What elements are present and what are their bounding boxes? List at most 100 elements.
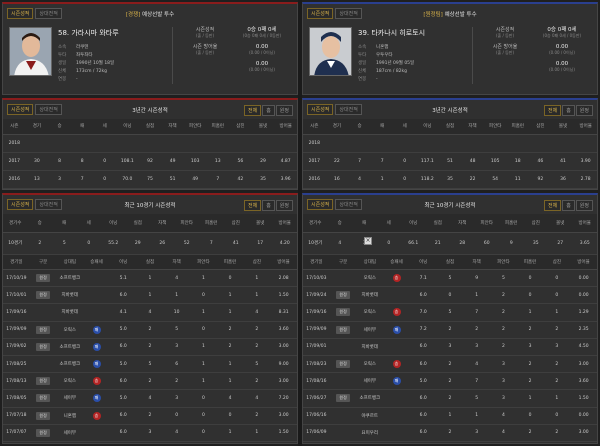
table-row[interactable]: 17/09/09 원정 오릭스 패 5.0 2 5 0 2 2 3.60: [3, 321, 297, 339]
tab-vs[interactable]: 상대전적: [35, 199, 62, 210]
table-cell: 원정: [29, 424, 57, 442]
table-cell: 4.87: [274, 152, 297, 172]
table-row[interactable]: 17/10/19 원정 소프트뱅크 5.1 1 4 1 0 1 2.08: [3, 269, 297, 288]
table-cell: 1: [163, 286, 191, 305]
filter-away[interactable]: 원정: [575, 200, 593, 211]
table-cell: 1: [370, 170, 394, 189]
table-row[interactable]: 17/08/23 원정 오릭스 승 6.0 2 4 3 2 2 3.00: [303, 355, 597, 374]
table-cell: [416, 134, 439, 153]
table-cell: 원정: [329, 355, 357, 374]
table-cell: 4: [348, 170, 371, 189]
table-cell: 5: [436, 303, 464, 322]
column-header: 세: [93, 119, 117, 135]
table-cell: 원정: [29, 269, 57, 288]
filter-home[interactable]: 홈: [562, 105, 575, 116]
filter-home[interactable]: 홈: [562, 200, 575, 211]
tab-season[interactable]: 시즌성적: [307, 104, 334, 115]
table-cell: 세이부: [356, 321, 384, 339]
table-cell: 1: [216, 286, 244, 305]
table-cell: 패: [83, 389, 110, 408]
table-cell: 1.29: [570, 303, 597, 322]
column-header: 피안타: [190, 254, 217, 270]
filter-all[interactable]: 전체: [543, 200, 562, 211]
table-cell: 소프트뱅크: [356, 389, 384, 408]
close-icon[interactable]: ×: [364, 237, 372, 245]
table-row: 10경기43066.1212860935273.65: [303, 232, 597, 255]
table-cell: [383, 407, 410, 425]
season-summary: 시즌성적 (출 / 등판) 0승 0패 0세 (0승 0패 0세 / 0등판) 시즌 …: [472, 27, 591, 84]
table-cell: [116, 134, 139, 153]
table-row[interactable]: 17/07/18 원정 니혼햄 승 6.0 2 0 0 0 2 3.00: [3, 407, 297, 425]
table-cell: 60: [474, 232, 499, 255]
column-header: 방어율: [572, 214, 597, 233]
column-header: 방어율: [274, 119, 297, 135]
table-cell: 10: [163, 303, 191, 322]
filter-home[interactable]: 홈: [262, 200, 275, 211]
table-row[interactable]: 17/06/09 요미우리 6.0 2 3 4 2 2 3.00: [303, 424, 597, 442]
table-cell: 7.2: [409, 321, 437, 339]
table-row[interactable]: 17/09/09 원정 세이부 패 7.2 2 2 2 2 2 2.35: [303, 321, 597, 339]
table-row[interactable]: 17/07/07 원정 세이부 6.0 3 4 0 1 1 1.50: [3, 424, 297, 442]
table-cell: 원정: [29, 321, 57, 339]
table-row[interactable]: 17/09/01 지바롯데 6.0 3 3 2 3 3 4.50: [303, 338, 597, 356]
table-cell: 17/10/01: [3, 286, 30, 305]
filter-away[interactable]: 원정: [575, 105, 593, 116]
table-cell: 6.0: [409, 286, 437, 305]
filter-away[interactable]: 원정: [275, 105, 293, 116]
table-row[interactable]: 17/08/16 세이부 패 5.0 2 7 3 2 2 3.60: [303, 372, 597, 391]
table-row[interactable]: 17/08/25 소프트뱅크 패 5.0 5 6 1 1 5 9.00: [3, 355, 297, 374]
column-header: 자책: [450, 214, 475, 233]
table-cell: 원정: [329, 303, 357, 322]
table-row[interactable]: 17/10/03 오릭스 승 7.1 5 9 5 0 0 0.00: [303, 269, 597, 288]
filter-all[interactable]: 전체: [543, 105, 562, 116]
column-header: 피안타: [174, 214, 199, 233]
tab-vs[interactable]: 상대전적: [335, 199, 362, 210]
filter-home[interactable]: 홈: [262, 105, 275, 116]
table-row[interactable]: 17/08/05 원정 세이부 패 5.0 4 3 0 4 4 7.20: [3, 389, 297, 408]
tab-vs[interactable]: 상대전적: [335, 8, 362, 19]
column-header: 방어율: [272, 214, 297, 233]
tab-season[interactable]: 시즌성적: [7, 199, 34, 210]
tab-vs[interactable]: 상대전적: [35, 8, 62, 19]
tab-season[interactable]: 시즌성적: [307, 199, 334, 210]
table-cell: [574, 134, 597, 153]
table-cell: 3.60: [270, 321, 297, 339]
table-cell: 0: [543, 286, 571, 305]
column-header: 패: [70, 119, 94, 135]
table-cell: 17/08/05: [3, 389, 30, 408]
table-row[interactable]: 17/09/16 지바롯데 4.1 4 10 1 1 4 8.31: [3, 303, 297, 322]
table-cell: 17/09/24: [303, 286, 330, 305]
table-row[interactable]: 17/06/16 야쿠르트 6.0 1 1 4 0 0 0.00: [303, 407, 597, 425]
table-row[interactable]: 17/08/13 원정 오릭스 승 6.0 2 2 1 1 2 3.00: [3, 372, 297, 391]
filter-all[interactable]: 전체: [243, 105, 262, 116]
table-cell: 1: [463, 286, 491, 305]
table-cell: 5: [436, 269, 464, 288]
table-cell: 3: [163, 338, 191, 356]
table-cell: 2: [543, 355, 571, 374]
table-cell: [529, 134, 552, 153]
table-cell: 지바롯데: [356, 286, 384, 305]
table-row[interactable]: 17/09/24 원정 지바롯데 6.0 0 1 2 0 0 0.00: [303, 286, 597, 305]
table-row[interactable]: 17/06/27 원정 소프트뱅크 6.0 2 5 3 1 1 1.50: [303, 389, 597, 408]
table-cell: [138, 134, 162, 153]
column-header: 피홈런: [199, 214, 224, 233]
table-cell: [461, 134, 484, 153]
tab-vs[interactable]: 상대전적: [335, 104, 362, 115]
filter-all[interactable]: 전체: [243, 200, 262, 211]
tab-vs[interactable]: 상대전적: [35, 104, 62, 115]
table-row[interactable]: 17/10/01 원정 지바롯데 6.0 1 1 0 1 1 1.50: [3, 286, 297, 305]
table-cell: 원정: [29, 389, 57, 408]
tab-season[interactable]: 시즌성적: [7, 104, 34, 115]
tab-season[interactable]: 시즌성적: [307, 8, 334, 19]
filter-away[interactable]: 원정: [275, 200, 293, 211]
tab-season[interactable]: 시즌성적: [7, 8, 34, 19]
table-row[interactable]: 17/09/02 원정 소프트뱅크 패 6.0 2 3 1 2 2 3.00: [3, 338, 297, 356]
table-cell: [348, 134, 371, 153]
column-header: 자책: [161, 119, 184, 135]
table-row[interactable]: 17/09/16 원정 오릭스 승 7.0 5 7 2 1 1 1.29: [303, 303, 597, 322]
table-cell: 17: [248, 232, 273, 255]
table-cell: [251, 134, 275, 153]
home-three-year-stats: 시즌성적 상대전적 3년간 시즌성적 전체 홈 원정 시즌 경기 승 패 세 이닝 실점 자책 피안…: [2, 98, 298, 190]
table-cell: 0: [376, 232, 401, 255]
table-cell: 소프트뱅크: [56, 338, 84, 356]
